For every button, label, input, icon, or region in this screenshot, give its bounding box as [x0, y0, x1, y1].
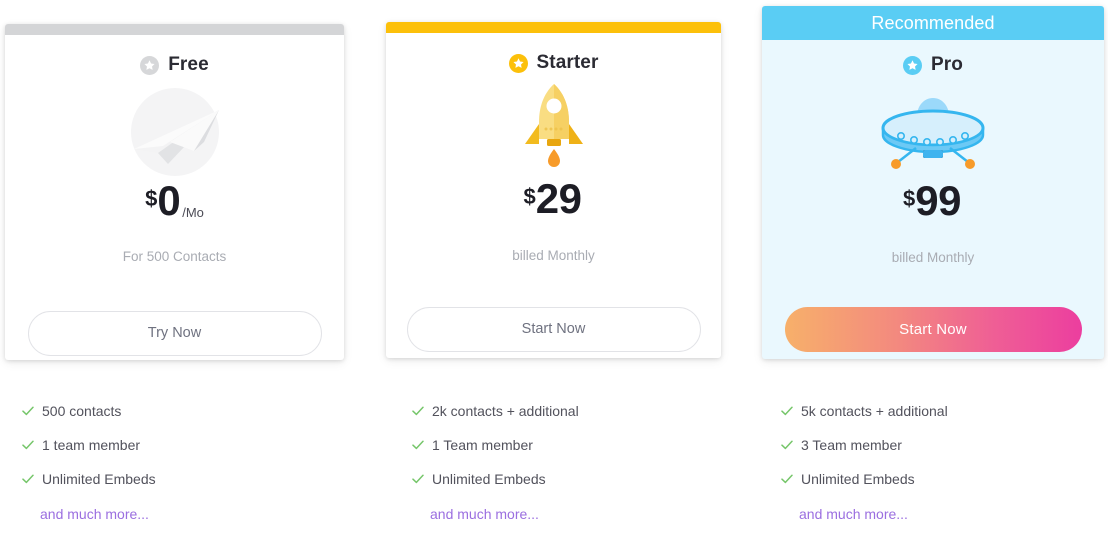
card-accent-bar-free — [5, 24, 344, 35]
list-item: 3 Team member — [781, 428, 1108, 462]
list-item: 5k contacts + additional — [781, 394, 1108, 428]
feature-list-pro: 5k contacts + additional 3 Team member U… — [781, 394, 1108, 524]
feature-list-free: 500 contacts 1 team member Unlimited Emb… — [22, 394, 352, 524]
feature-label: Unlimited Embeds — [42, 471, 156, 487]
and-much-more-link-starter[interactable]: and much more... — [430, 506, 539, 522]
check-icon — [781, 439, 793, 451]
card-body-free: Free $ 0 /Mo For 500 Contacts Try Now — [5, 35, 344, 356]
feature-label: Unlimited Embeds — [432, 471, 546, 487]
pricing-page: Free $ 0 /Mo For 500 Contacts Try Now St… — [0, 0, 1108, 543]
star-circle-icon — [140, 55, 160, 75]
pricing-card-pro[interactable]: Recommended Pro $ 99 billed Monthly Star… — [762, 6, 1104, 359]
price-amount-starter: 29 — [535, 175, 582, 222]
plan-name-pro: Pro — [931, 54, 963, 75]
feature-label: 5k contacts + additional — [801, 403, 948, 419]
pricing-card-starter[interactable]: Starter $ 29 billed Monthly Start Now — [386, 22, 721, 358]
feature-label: Unlimited Embeds — [801, 471, 915, 487]
plan-title-row-pro: Pro — [903, 54, 963, 76]
price-currency-pro: $ — [903, 186, 916, 211]
list-item: 500 contacts — [22, 394, 352, 428]
ufo-icon — [868, 82, 998, 178]
price-currency-free: $ — [145, 186, 158, 211]
cta-button-free[interactable]: Try Now — [27, 311, 322, 356]
plan-name-free: Free — [168, 54, 209, 75]
feature-label: 2k contacts + additional — [432, 403, 579, 419]
price-currency-starter: $ — [523, 184, 536, 209]
check-icon — [781, 405, 793, 417]
check-icon — [22, 473, 34, 485]
paper-plane-icon — [110, 82, 240, 178]
price-amount-pro: 99 — [915, 177, 961, 224]
star-circle-icon — [903, 55, 922, 75]
card-body-pro: Pro $ 99 billed Monthly Start Now — [762, 40, 1104, 352]
list-item: Unlimited Embeds — [22, 462, 352, 496]
card-body-starter: Starter $ 29 billed Monthly Start Now — [386, 33, 721, 352]
price-row-free: $ 0 /Mo — [145, 180, 204, 222]
billing-note-starter: billed Monthly — [512, 248, 595, 263]
cta-button-starter[interactable]: Start Now — [406, 307, 701, 352]
features-row: 500 contacts 1 team member Unlimited Emb… — [0, 394, 1108, 534]
feature-label: 3 Team member — [801, 437, 902, 453]
star-circle-icon — [508, 53, 528, 73]
check-icon — [22, 439, 34, 451]
card-accent-bar-starter — [386, 22, 721, 33]
check-icon — [412, 473, 424, 485]
check-icon — [22, 405, 34, 417]
cta-button-pro[interactable]: Start Now — [784, 307, 1082, 352]
list-item: Unlimited Embeds — [781, 462, 1108, 496]
feature-list-starter: 2k contacts + additional 1 Team member U… — [412, 394, 742, 524]
rocket-icon — [489, 80, 619, 176]
list-item: 2k contacts + additional — [412, 394, 742, 428]
check-icon — [412, 439, 424, 451]
and-much-more-link-free[interactable]: and much more... — [40, 506, 149, 522]
recommended-badge: Recommended — [762, 6, 1104, 40]
feature-label: 1 team member — [42, 437, 141, 453]
check-icon — [781, 473, 793, 485]
pricing-card-free[interactable]: Free $ 0 /Mo For 500 Contacts Try Now — [5, 24, 344, 360]
list-item: 1 team member — [22, 428, 352, 462]
plan-title-row-starter: Starter — [508, 52, 599, 74]
pricing-cards-row: Free $ 0 /Mo For 500 Contacts Try Now St… — [0, 0, 1108, 372]
and-much-more-link-pro[interactable]: and much more... — [799, 506, 908, 522]
plan-name-starter: Starter — [536, 52, 599, 73]
feature-label: 500 contacts — [42, 403, 122, 419]
price-period-free: /Mo — [182, 205, 204, 220]
list-item: 1 Team member — [412, 428, 742, 462]
price-row-starter: $ 29 — [524, 178, 584, 220]
price-amount-free: 0 — [157, 177, 181, 224]
list-item: Unlimited Embeds — [412, 462, 742, 496]
check-icon — [412, 405, 424, 417]
price-row-pro: $ 99 — [903, 180, 963, 222]
billing-note-pro: billed Monthly — [891, 250, 975, 265]
feature-label: 1 Team member — [432, 437, 533, 453]
billing-note-free: For 500 Contacts — [122, 249, 227, 264]
plan-title-row-free: Free — [140, 54, 209, 76]
